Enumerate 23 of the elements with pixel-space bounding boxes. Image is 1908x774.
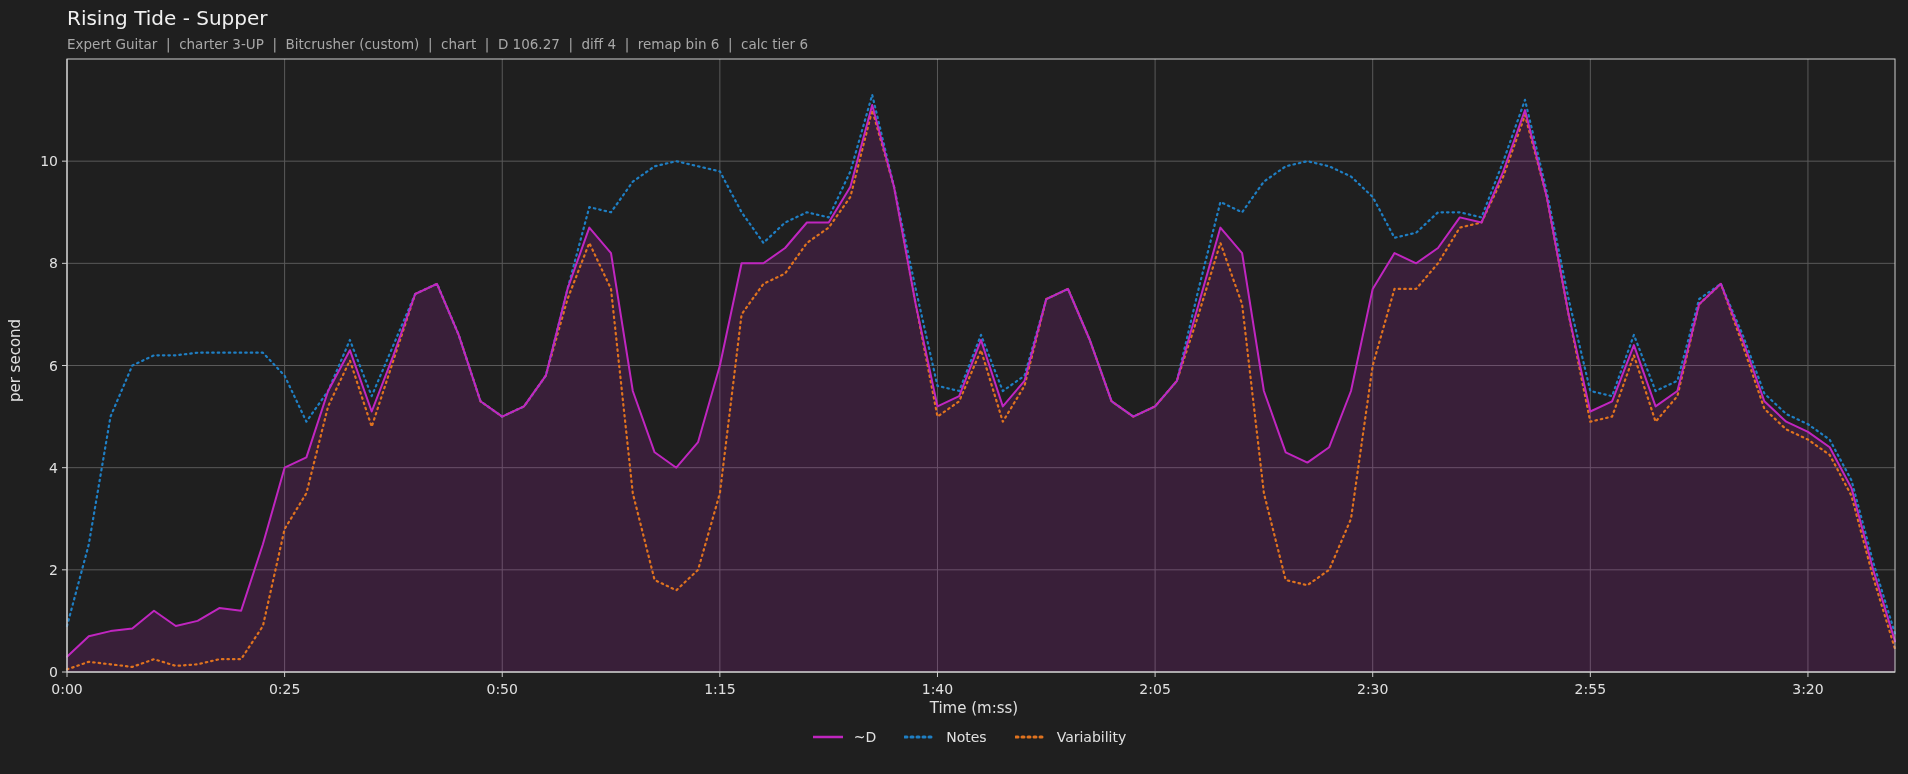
x-tick-label: 1:40 [921,681,954,697]
y-tick-label: 4 [49,459,58,476]
chart-subtitle: Expert Guitar | charter 3-UP | Bitcrusher (custom) | chart | D 106.27 | diff 4 | remap bin 6 | calc tier 6 [67,36,808,52]
legend-label: ~D [853,729,877,745]
x-tick-label: 0:25 [268,681,301,697]
x-axis-label: Time (m:ss) [929,699,1019,717]
chart-title: Rising Tide - Supper [67,6,268,30]
y-tick-label: 0 [49,664,58,680]
x-tick-label: 2:55 [1574,681,1607,697]
x-tick-label: 3:20 [1792,681,1824,697]
y-tick-label: 8 [49,255,58,272]
legend-label: Notes [946,729,987,745]
legend-label: Variability [1056,729,1127,745]
x-tick-label: 0:00 [51,681,83,697]
x-tick-label: 2:30 [1357,681,1389,697]
solid-line-icon [811,735,844,739]
y-tick-label: 6 [49,357,58,374]
y-tick-label: 2 [49,561,58,578]
x-tick-label: 2:05 [1139,681,1171,697]
y-tick-label: 10 [40,153,58,170]
y-axis-label: per second [6,318,24,403]
x-tick-label: 1:15 [704,681,736,697]
x-tick-label: 0:50 [486,681,518,697]
